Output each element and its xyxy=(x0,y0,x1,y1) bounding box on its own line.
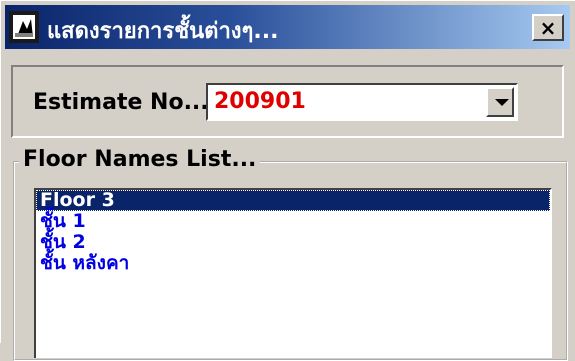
floor-names-label: Floor Names List... xyxy=(19,147,261,172)
window-title: แสดงรายการชั้นต่างๆ... xyxy=(47,19,279,44)
list-item[interactable]: ชั้น 2 xyxy=(36,232,550,253)
list-item[interactable]: Floor 3 xyxy=(36,190,550,211)
estimate-label: Estimate No... xyxy=(33,90,209,115)
dialog-window: แสดงรายการชั้นต่างๆ... × Estimate No... … xyxy=(0,0,575,361)
estimate-combo[interactable]: 200901 xyxy=(206,83,518,121)
floor-list[interactable]: Floor 3 ชั้น 1 ชั้น 2 ชั้น หลังคา xyxy=(34,188,552,358)
title-bar[interactable]: แสดงรายการชั้นต่างๆ... × xyxy=(5,5,570,49)
dropdown-button[interactable] xyxy=(486,87,514,117)
close-button[interactable]: × xyxy=(532,14,564,41)
estimate-value: 200901 xyxy=(214,89,306,114)
estimate-panel: Estimate No... 200901 xyxy=(11,65,564,138)
chevron-down-icon xyxy=(495,99,509,106)
list-item[interactable]: ชั้น หลังคา xyxy=(36,253,550,274)
app-icon xyxy=(9,11,39,43)
close-icon: × xyxy=(539,15,557,40)
list-item[interactable]: ชั้น 1 xyxy=(36,211,550,232)
